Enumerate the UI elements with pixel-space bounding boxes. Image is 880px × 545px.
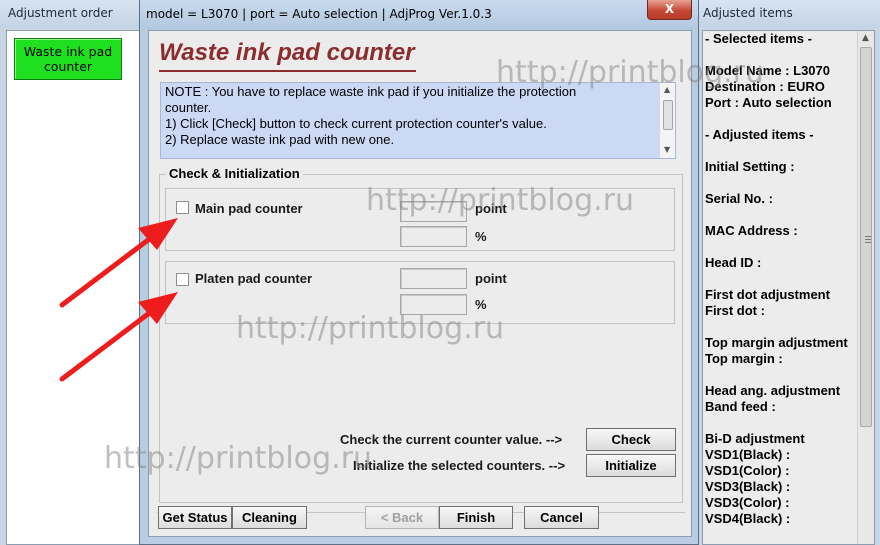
- adjprog-main-window: model = L3070 | port = Auto selection | …: [139, 0, 699, 545]
- adjusted-item-line: - Adjusted items -: [705, 127, 814, 142]
- window-title: model = L3070 | port = Auto selection | …: [146, 7, 492, 21]
- platen-pad-label: Platen pad counter: [195, 271, 313, 286]
- main-pad-percent-unit: %: [475, 229, 487, 244]
- adjusted-item-line: Top margin adjustment: [705, 335, 848, 350]
- note-textbox[interactable]: NOTE : You have to replace waste ink pad…: [160, 82, 676, 159]
- adjusted-item-line: VSD3(Color) :: [705, 495, 790, 510]
- title-underline: [159, 70, 416, 72]
- platen-pad-point-value: [400, 268, 467, 289]
- adjusted-item-line: First dot :: [705, 303, 765, 318]
- waste-ink-pad-counter-menu-button[interactable]: Waste ink pad counter: [14, 38, 122, 80]
- adjusted-item-line: Serial No. :: [705, 191, 773, 206]
- adjusted-item-line: First dot adjustment: [705, 287, 830, 302]
- initialize-prompt: Initialize the selected counters. -->: [353, 458, 566, 473]
- waste-ink-dialog: Waste ink pad counter NOTE : You have to…: [148, 30, 692, 537]
- adjusted-item-line: VSD4(Black) :: [705, 511, 791, 526]
- scroll-down-arrow-icon[interactable]: ▼: [664, 145, 670, 154]
- adjusted-item-line: VSD3(Black) :: [705, 479, 791, 494]
- adjusted-items-window: Adjusted items - Selected items - Model …: [697, 0, 880, 545]
- scroll-up-arrow-icon[interactable]: ▲: [862, 33, 869, 43]
- close-icon: X: [664, 2, 675, 16]
- platen-pad-checkbox[interactable]: [176, 273, 189, 286]
- adjusted-item-line: Band feed :: [705, 399, 776, 414]
- platen-pad-point-unit: point: [475, 271, 507, 286]
- adjustment-order-window: Adjustment order Waste ink pad counter: [0, 0, 141, 545]
- back-button[interactable]: < Back: [365, 506, 439, 529]
- note-line: NOTE : You have to replace waste ink pad…: [165, 84, 577, 99]
- scroll-up-arrow-icon[interactable]: ▲: [664, 85, 670, 94]
- scroll-grip-icon: [865, 236, 871, 243]
- get-status-button[interactable]: Get Status: [158, 506, 232, 529]
- finish-button[interactable]: Finish: [439, 506, 513, 529]
- adjusted-item-line: Top margin :: [705, 351, 783, 366]
- main-pad-percent-value: [400, 226, 467, 247]
- note-scrollbar[interactable]: ▲ ▼: [659, 83, 675, 158]
- menu-button-label-line1: Waste ink pad: [23, 44, 113, 59]
- adjusted-item-line: MAC Address :: [705, 223, 798, 238]
- note-line: 2) Replace waste ink pad with new one.: [165, 132, 395, 147]
- main-pad-checkbox[interactable]: [176, 201, 189, 214]
- platen-pad-percent-value: [400, 294, 467, 315]
- adjusted-items-list: - Selected items - Model Name : L3070 De…: [702, 30, 875, 545]
- main-pad-point-value: [400, 201, 467, 222]
- adjustment-order-title: Adjustment order: [0, 0, 140, 28]
- check-button[interactable]: Check: [586, 428, 676, 451]
- cancel-button[interactable]: Cancel: [524, 506, 599, 529]
- adjusted-items-scrollbar[interactable]: ▲: [857, 31, 874, 544]
- platen-pad-frame: Platen pad counter point %: [165, 261, 675, 324]
- adjusted-item-line: Initial Setting :: [705, 159, 795, 174]
- adjusted-item-line: Port : Auto selection: [705, 95, 832, 110]
- adjusted-item-line: Head ID :: [705, 255, 762, 270]
- page-title: Waste ink pad counter: [159, 39, 415, 66]
- adjusted-item-line: VSD1(Black) :: [705, 447, 791, 462]
- adjusted-item-line: Destination : EURO: [705, 79, 825, 94]
- note-line: 1) Click [Check] button to check current…: [165, 116, 547, 131]
- check-prompt: Check the current counter value. -->: [340, 432, 563, 447]
- initialize-button[interactable]: Initialize: [586, 454, 676, 477]
- check-init-group-title: Check & Initialization: [166, 166, 303, 181]
- cleaning-button[interactable]: Cleaning: [232, 506, 307, 529]
- adjusted-item-line: - Selected items -: [705, 31, 812, 46]
- adjusted-item-line: Head ang. adjustment: [705, 383, 841, 398]
- adjusted-item-line: VSD1(Color) :: [705, 463, 790, 478]
- adjusted-item-line: Model Name : L3070: [705, 63, 830, 78]
- main-pad-frame: Main pad counter point %: [165, 188, 675, 251]
- note-scroll-thumb[interactable]: [663, 100, 673, 130]
- adjusted-items-title: Adjusted items: [698, 0, 880, 28]
- scroll-thumb[interactable]: [860, 47, 872, 427]
- menu-button-label-line2: counter: [43, 59, 93, 74]
- main-title-bar: model = L3070 | port = Auto selection | …: [140, 0, 698, 30]
- adjustment-order-list: Waste ink pad counter: [6, 30, 141, 545]
- close-button[interactable]: X: [647, 0, 692, 20]
- platen-pad-percent-unit: %: [475, 297, 487, 312]
- note-line: counter.: [165, 100, 212, 115]
- adjusted-item-line: Bi-D adjustment: [705, 431, 805, 446]
- main-pad-label: Main pad counter: [195, 201, 303, 216]
- main-pad-point-unit: point: [475, 201, 507, 216]
